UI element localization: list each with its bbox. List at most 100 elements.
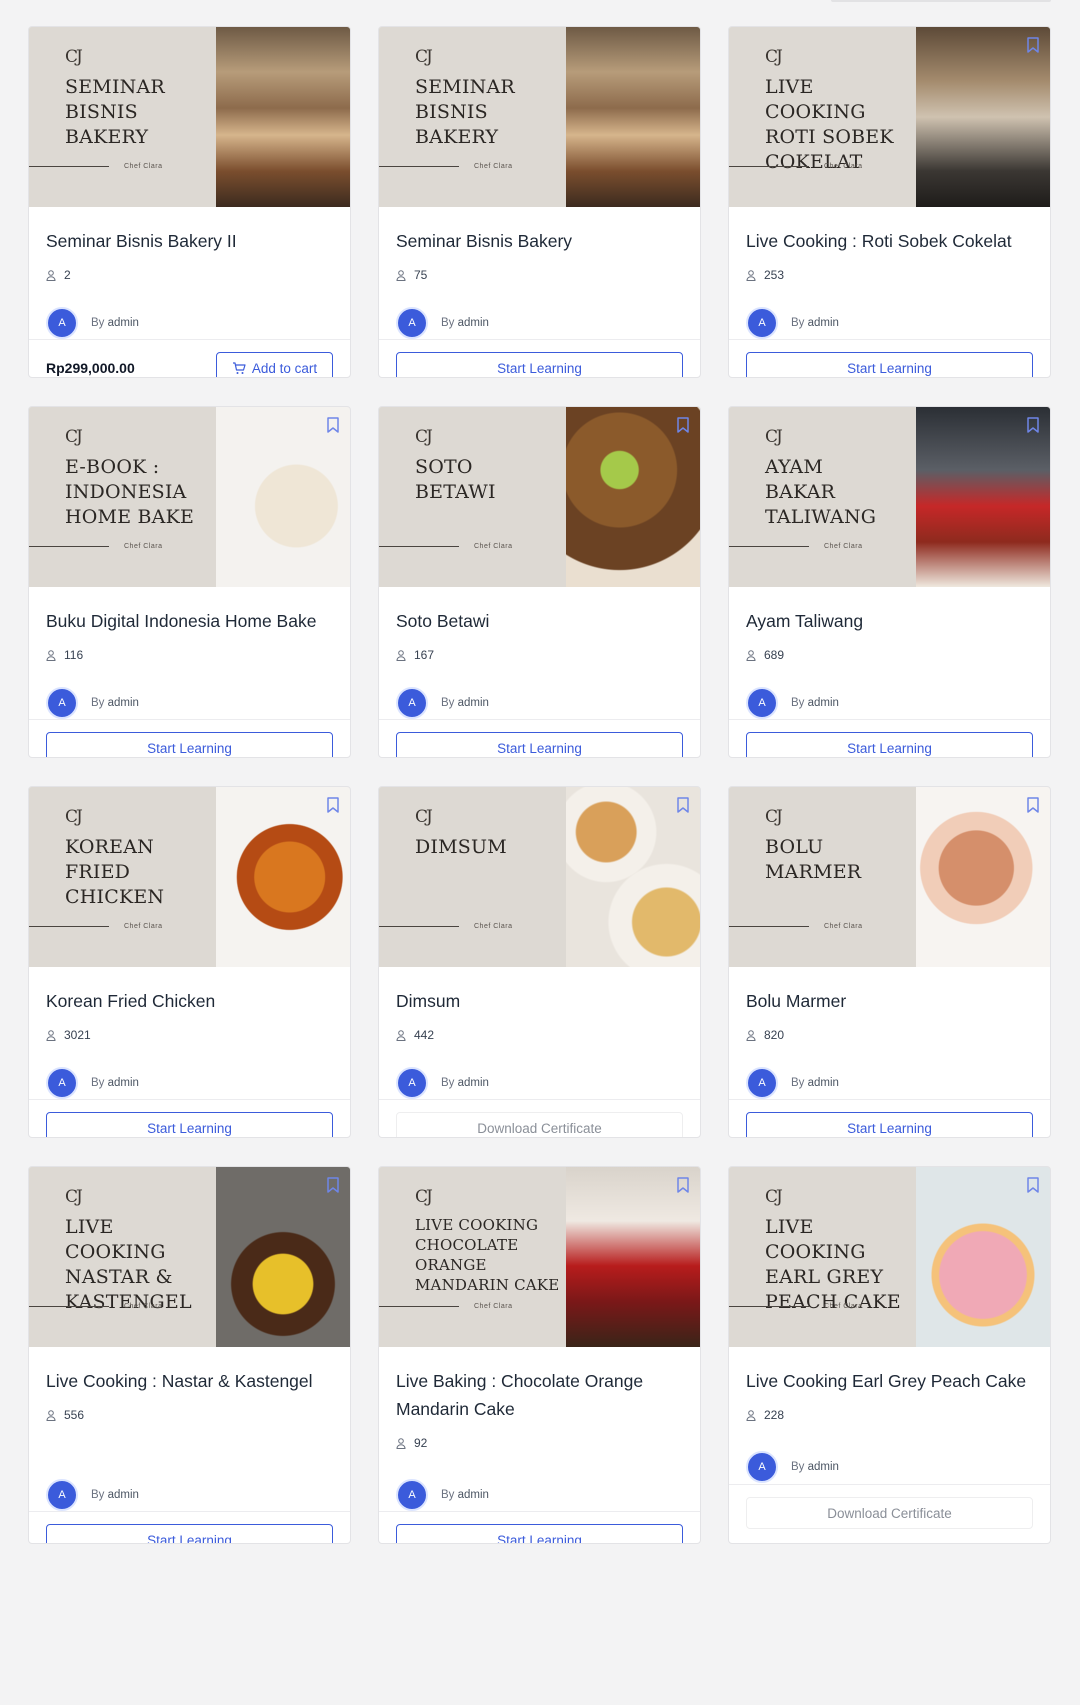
- course-photo: [565, 1167, 700, 1347]
- avatar[interactable]: A: [746, 1451, 778, 1483]
- start-learning-button[interactable]: Start Learning: [46, 732, 333, 757]
- bookmark-icon[interactable]: [326, 417, 340, 433]
- bookmark-icon[interactable]: [1026, 37, 1040, 53]
- students-count-row: 167: [396, 648, 683, 662]
- course-thumbnail[interactable]: CJ SEMINAR BISNIS BAKERY Chef Clara: [379, 27, 700, 207]
- by-label: By: [441, 697, 455, 709]
- course-card[interactable]: CJ LIVE COOKING NASTAR & KASTENGEL Chef …: [28, 1166, 351, 1544]
- course-title[interactable]: Ayam Taliwang: [746, 607, 1033, 635]
- avatar[interactable]: A: [396, 307, 428, 339]
- course-title[interactable]: Seminar Bisnis Bakery II: [46, 227, 333, 255]
- thumbnail-chef-name: Chef Clara: [824, 163, 863, 170]
- avatar[interactable]: A: [46, 1067, 78, 1099]
- course-title[interactable]: Live Baking : Chocolate Orange Mandarin …: [396, 1367, 683, 1423]
- avatar[interactable]: A: [396, 1479, 428, 1511]
- bookmark-icon[interactable]: [676, 1177, 690, 1193]
- author-name[interactable]: admin: [108, 1489, 139, 1501]
- start-learning-button[interactable]: Start Learning: [746, 1112, 1033, 1137]
- students-count: 116: [64, 648, 84, 662]
- avatar[interactable]: A: [46, 687, 78, 719]
- thumbnail-chef-name: Chef Clara: [824, 1303, 863, 1310]
- download-certificate-button[interactable]: Download Certificate: [746, 1497, 1033, 1529]
- students-count: 75: [414, 268, 428, 282]
- author-name[interactable]: admin: [808, 697, 839, 709]
- card-footer: Start Learning: [29, 1099, 350, 1137]
- thumbnail-banner: CJ KOREAN FRIED CHICKEN Chef Clara: [29, 787, 216, 967]
- user-icon: [396, 1437, 406, 1449]
- course-title[interactable]: Seminar Bisnis Bakery: [396, 227, 683, 255]
- start-learning-button[interactable]: Start Learning: [746, 732, 1033, 757]
- author-name[interactable]: admin: [458, 697, 489, 709]
- course-card[interactable]: CJ SEMINAR BISNIS BAKERY Chef Clara Semi…: [28, 26, 351, 378]
- course-title[interactable]: Live Cooking : Nastar & Kastengel: [46, 1367, 333, 1395]
- course-card[interactable]: CJ LIVE COOKING ROTI SOBEK COKELAT Chef …: [728, 26, 1051, 378]
- course-card[interactable]: CJ BOLU MARMER Chef Clara Bolu Marmer 82…: [728, 786, 1051, 1138]
- author-name[interactable]: admin: [808, 1461, 839, 1473]
- course-thumbnail[interactable]: CJ SEMINAR BISNIS BAKERY Chef Clara: [29, 27, 350, 207]
- course-title[interactable]: Buku Digital Indonesia Home Bake: [46, 607, 333, 635]
- start-learning-button[interactable]: Start Learning: [396, 1524, 683, 1543]
- bookmark-icon[interactable]: [1026, 797, 1040, 813]
- thumbnail-title: LIVE COOKING ROTI SOBEK COKELAT: [765, 76, 894, 173]
- course-thumbnail[interactable]: CJ LIVE COOKING ROTI SOBEK COKELAT Chef …: [729, 27, 1050, 207]
- start-learning-button[interactable]: Start Learning: [396, 352, 683, 377]
- course-thumbnail[interactable]: CJ DIMSUM Chef Clara: [379, 787, 700, 967]
- course-thumbnail[interactable]: CJ LIVE COOKING CHOCOLATE ORANGE MANDARI…: [379, 1167, 700, 1347]
- course-card[interactable]: CJ LIVE COOKING EARL GREY PEACH CAKE Che…: [728, 1166, 1051, 1544]
- avatar[interactable]: A: [46, 1479, 78, 1511]
- start-learning-button[interactable]: Start Learning: [46, 1112, 333, 1137]
- bookmark-icon[interactable]: [326, 797, 340, 813]
- course-title[interactable]: Dimsum: [396, 987, 683, 1015]
- bookmark-icon[interactable]: [676, 417, 690, 433]
- author-name[interactable]: admin: [108, 697, 139, 709]
- avatar[interactable]: A: [46, 307, 78, 339]
- bookmark-icon[interactable]: [1026, 417, 1040, 433]
- author-name[interactable]: admin: [458, 1489, 489, 1501]
- card-footer: Download Certificate: [379, 1099, 700, 1137]
- avatar[interactable]: A: [746, 307, 778, 339]
- author-name[interactable]: admin: [108, 317, 139, 329]
- download-certificate-button[interactable]: Download Certificate: [396, 1112, 683, 1137]
- course-thumbnail[interactable]: CJ KOREAN FRIED CHICKEN Chef Clara: [29, 787, 350, 967]
- avatar[interactable]: A: [396, 687, 428, 719]
- course-thumbnail[interactable]: CJ SOTO BETAWI Chef Clara: [379, 407, 700, 587]
- avatar[interactable]: A: [396, 1067, 428, 1099]
- course-card[interactable]: CJ E-BOOK : INDONESIA HOME BAKE Chef Cla…: [28, 406, 351, 758]
- author-name[interactable]: admin: [458, 1077, 489, 1089]
- course-thumbnail[interactable]: CJ AYAM BAKAR TALIWANG Chef Clara: [729, 407, 1050, 587]
- course-title[interactable]: Bolu Marmer: [746, 987, 1033, 1015]
- avatar[interactable]: A: [746, 687, 778, 719]
- course-thumbnail[interactable]: CJ BOLU MARMER Chef Clara: [729, 787, 1050, 967]
- course-card[interactable]: CJ AYAM BAKAR TALIWANG Chef Clara Ayam T…: [728, 406, 1051, 758]
- course-card[interactable]: CJ SEMINAR BISNIS BAKERY Chef Clara Semi…: [378, 26, 701, 378]
- thumbnail-divider: [379, 546, 459, 547]
- brand-logo: CJ: [765, 807, 783, 827]
- course-thumbnail[interactable]: CJ LIVE COOKING NASTAR & KASTENGEL Chef …: [29, 1167, 350, 1347]
- bookmark-icon[interactable]: [1026, 1177, 1040, 1193]
- course-title[interactable]: Korean Fried Chicken: [46, 987, 333, 1015]
- author-name[interactable]: admin: [108, 1077, 139, 1089]
- start-learning-button[interactable]: Start Learning: [746, 352, 1033, 377]
- by-label: By: [441, 1489, 455, 1501]
- course-card[interactable]: CJ KOREAN FRIED CHICKEN Chef Clara Korea…: [28, 786, 351, 1138]
- user-icon: [46, 649, 56, 661]
- start-learning-button[interactable]: Start Learning: [396, 732, 683, 757]
- students-count-row: 689: [746, 648, 1033, 662]
- author-name[interactable]: admin: [808, 1077, 839, 1089]
- add-to-cart-button[interactable]: Add to cart: [216, 352, 333, 377]
- author-name[interactable]: admin: [808, 317, 839, 329]
- start-learning-button[interactable]: Start Learning: [46, 1524, 333, 1543]
- course-card[interactable]: CJ DIMSUM Chef Clara Dimsum 442 A By adm…: [378, 786, 701, 1138]
- course-title[interactable]: Live Cooking : Roti Sobek Cokelat: [746, 227, 1033, 255]
- bookmark-icon[interactable]: [676, 797, 690, 813]
- course-thumbnail[interactable]: CJ E-BOOK : INDONESIA HOME BAKE Chef Cla…: [29, 407, 350, 587]
- course-title[interactable]: Soto Betawi: [396, 607, 683, 635]
- brand-logo: CJ: [65, 47, 83, 67]
- avatar[interactable]: A: [746, 1067, 778, 1099]
- course-card[interactable]: CJ SOTO BETAWI Chef Clara Soto Betawi 16…: [378, 406, 701, 758]
- bookmark-icon[interactable]: [326, 1177, 340, 1193]
- course-title[interactable]: Live Cooking Earl Grey Peach Cake: [746, 1367, 1033, 1395]
- course-card[interactable]: CJ LIVE COOKING CHOCOLATE ORANGE MANDARI…: [378, 1166, 701, 1544]
- author-name[interactable]: admin: [458, 317, 489, 329]
- course-thumbnail[interactable]: CJ LIVE COOKING EARL GREY PEACH CAKE Che…: [729, 1167, 1050, 1347]
